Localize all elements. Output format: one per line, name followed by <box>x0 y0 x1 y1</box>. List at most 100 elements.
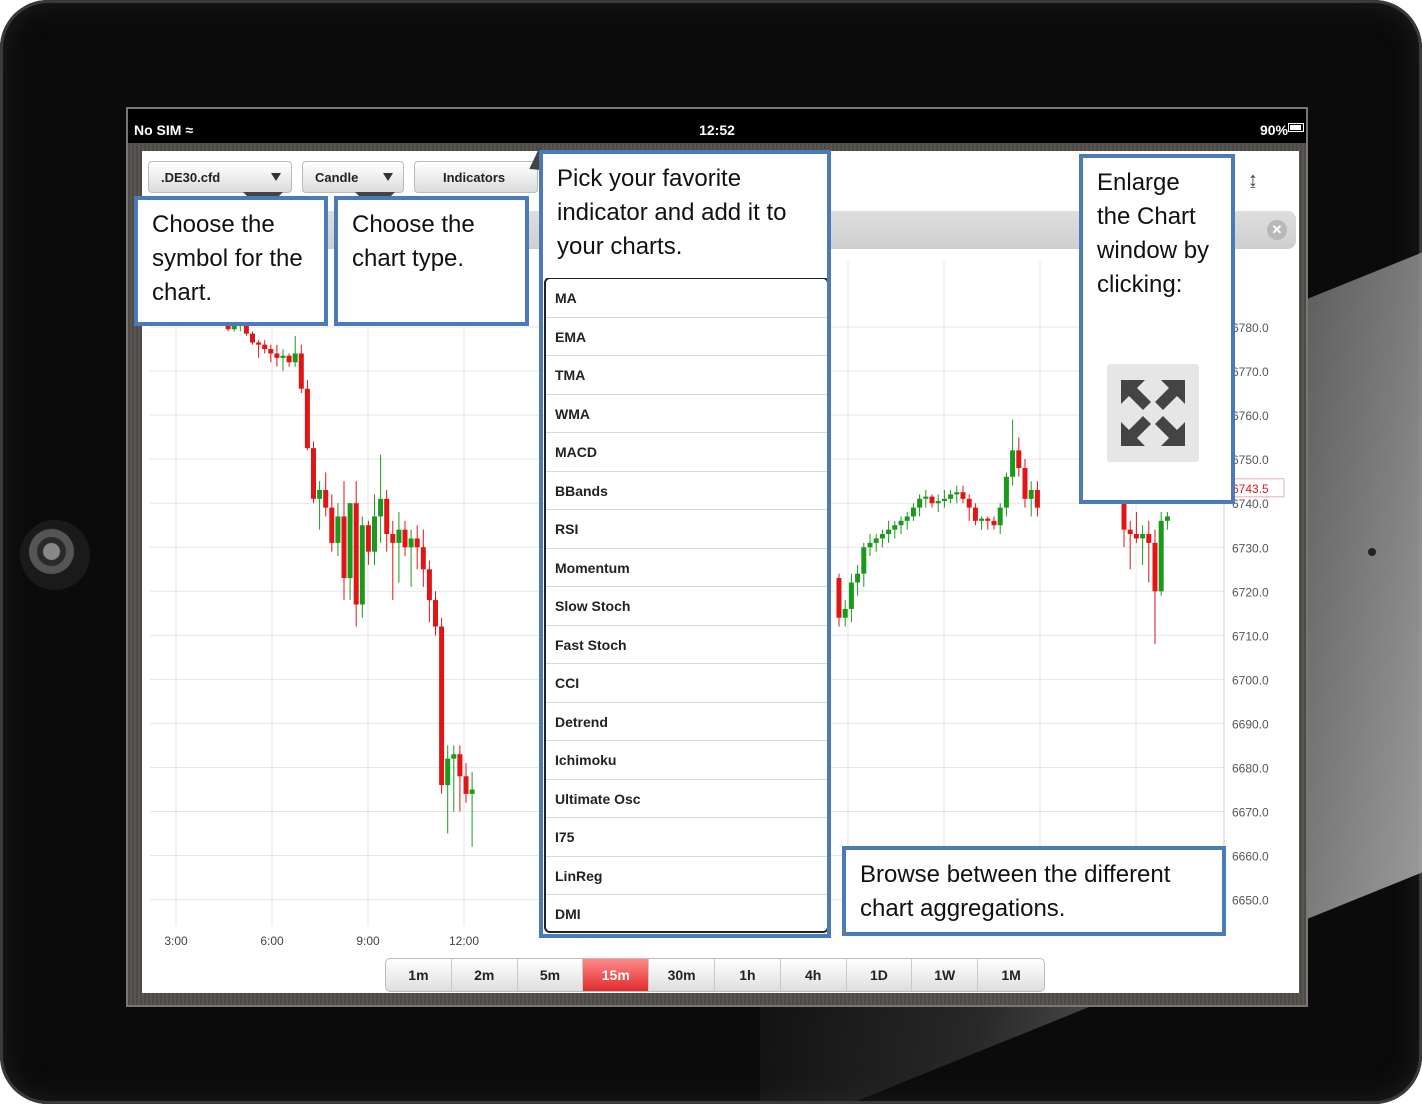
candle-body <box>1028 490 1034 499</box>
timeframe-button-1W[interactable]: 1W <box>912 959 979 991</box>
candle-body <box>923 496 929 499</box>
candle-body <box>298 353 304 389</box>
candle-body <box>347 503 353 579</box>
candle-body <box>1121 503 1127 530</box>
timeframe-button-1M[interactable]: 1M <box>978 959 1044 991</box>
x-tick-label: 12:00 <box>449 934 479 948</box>
indicators-button[interactable]: Indicators <box>414 161 538 193</box>
y-tick-label: 6730.0 <box>1232 541 1269 555</box>
timeframe-button-30m[interactable]: 30m <box>649 959 715 991</box>
candle-body <box>873 538 879 543</box>
timeframe-button-15m[interactable]: 15m <box>583 959 650 991</box>
chevron-down-icon <box>383 173 393 181</box>
camera-icon <box>20 520 90 590</box>
candle-body <box>420 547 426 570</box>
callout-enlarge-text: Enlarge the Chart window by clicking: <box>1097 169 1210 298</box>
y-tick-label: 6740.0 <box>1232 497 1269 511</box>
timeframe-button-1h[interactable]: 1h <box>715 959 781 991</box>
candle-body <box>353 503 359 605</box>
candle-body <box>948 494 954 499</box>
candle-body <box>384 498 390 535</box>
candle-body <box>341 516 347 579</box>
candle-body <box>997 507 1003 526</box>
candle-body <box>268 349 274 354</box>
y-tick-label: 6770.0 <box>1232 365 1269 379</box>
candle-body <box>904 516 910 521</box>
symbol-selector[interactable]: .DE30.cfd <box>148 161 292 193</box>
candle-body <box>941 498 947 502</box>
candle-body <box>991 520 997 526</box>
candle-body <box>972 507 978 521</box>
callout-indicators: Pick your favorite indicator and add it … <box>539 150 831 278</box>
symbol-label: .DE30.cfd <box>161 170 221 185</box>
candle-body <box>402 529 408 548</box>
candle-body <box>867 542 873 548</box>
candle-body <box>335 516 341 543</box>
candle-body <box>359 525 365 605</box>
candle-body <box>1152 542 1158 592</box>
candle-body <box>286 355 292 363</box>
candle-body <box>292 353 298 363</box>
indicators-callout-frame <box>539 274 831 938</box>
y-tick-label: 6690.0 <box>1232 717 1269 731</box>
battery-label: 90% <box>1259 122 1288 138</box>
chevron-down-icon <box>271 173 281 181</box>
clock: 12:52 <box>699 122 735 138</box>
timeframe-button-5m[interactable]: 5m <box>518 959 584 991</box>
candle-body <box>966 498 972 508</box>
collapse-icon[interactable]: ↨ <box>1248 169 1258 192</box>
candle-body <box>979 518 985 521</box>
candle-body <box>463 776 469 794</box>
candle-body <box>898 520 904 526</box>
timeframe-button-2m[interactable]: 2m <box>452 959 518 991</box>
battery-icon <box>1288 123 1304 132</box>
candle-body <box>848 582 854 609</box>
timeframe-button-1D[interactable]: 1D <box>847 959 913 991</box>
y-tick-label: 6680.0 <box>1232 761 1269 775</box>
candle-body <box>917 498 923 508</box>
current-price-label: 6743.5 <box>1232 482 1269 496</box>
y-tick-label: 6780.0 <box>1232 321 1269 335</box>
callout-browse: Browse between the different chart aggre… <box>842 846 1226 936</box>
candle-body <box>372 516 377 552</box>
chart-type-selector[interactable]: Candle <box>302 161 404 193</box>
status-bar: No SIM ≈ 12:52 90% <box>128 109 1306 143</box>
candle-body <box>1146 534 1152 543</box>
candle-body <box>408 538 414 548</box>
candle-body <box>262 344 268 350</box>
candle-body <box>329 507 335 543</box>
candle-body <box>960 492 966 499</box>
candle-body <box>457 754 463 777</box>
candle-body <box>1034 490 1040 508</box>
candle-body <box>1133 534 1139 539</box>
chart-type-label: Candle <box>315 170 359 185</box>
candle-body <box>365 525 371 552</box>
close-icon[interactable]: ✕ <box>1267 220 1287 240</box>
candle-body <box>274 353 280 358</box>
candle-body <box>1010 450 1016 477</box>
candle-body <box>929 496 935 504</box>
x-tick-label: 6:00 <box>260 934 284 948</box>
callout-chart-type: Choose the chart type. <box>334 196 529 326</box>
candle-body <box>390 534 396 543</box>
candle-body <box>1164 516 1170 521</box>
candle-body <box>1140 534 1146 539</box>
candle-body <box>855 573 861 583</box>
candle-body <box>1003 476 1009 508</box>
candle-body <box>280 355 286 358</box>
candle-body <box>311 448 316 499</box>
candle-body <box>910 507 916 517</box>
y-tick-label: 6710.0 <box>1232 629 1269 643</box>
candle-body <box>861 547 867 574</box>
candle-body <box>892 525 898 530</box>
candle-body <box>879 534 885 539</box>
candle-body <box>414 538 420 548</box>
timeframe-button-4h[interactable]: 4h <box>781 959 847 991</box>
x-tick-label: 9:00 <box>356 934 380 948</box>
candle-body <box>439 626 445 786</box>
candle-body <box>451 754 457 759</box>
timeframe-button-1m[interactable]: 1m <box>386 959 452 991</box>
candle-body <box>445 758 451 786</box>
candle-body <box>1022 467 1028 499</box>
sensor-dot <box>1368 548 1376 556</box>
